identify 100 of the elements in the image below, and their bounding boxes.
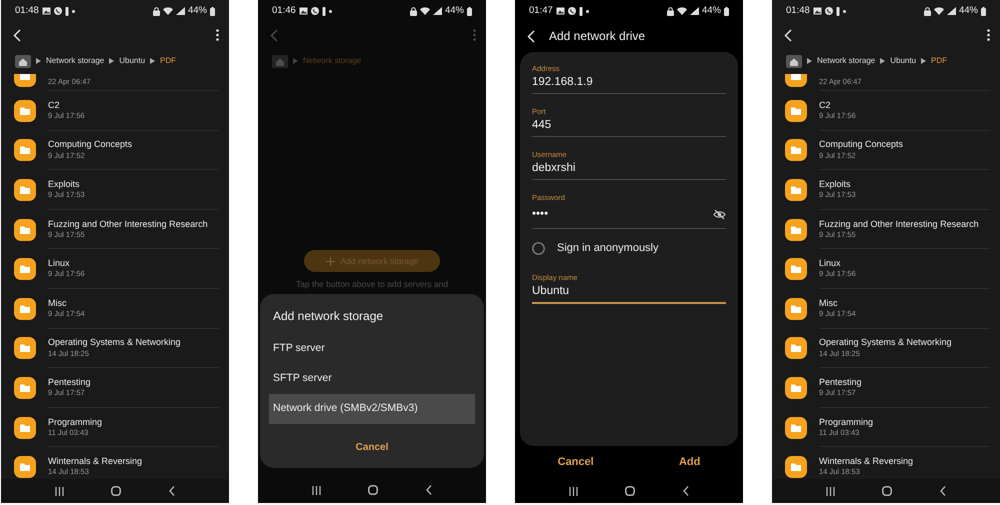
folder-icon	[785, 139, 807, 162]
lock-icon	[152, 6, 160, 16]
back-icon[interactable]	[426, 485, 432, 495]
separator-icon	[150, 58, 156, 64]
home-button-icon[interactable]	[625, 486, 636, 496]
cancel-button[interactable]: Cancel	[346, 433, 398, 461]
radio-button[interactable]	[532, 242, 545, 255]
battery-icon	[724, 6, 729, 16]
folder-icon	[785, 100, 807, 122]
recent-apps-icon[interactable]	[312, 486, 321, 494]
breadcrumb-item[interactable]: Network storage	[46, 55, 104, 67]
wifi-icon	[162, 7, 173, 15]
recent-apps-icon[interactable]	[54, 486, 64, 496]
folder-name[interactable]: Fuzzing and Other Interesting Research	[819, 218, 990, 230]
folder-icon	[785, 178, 807, 201]
image-icon	[298, 7, 308, 15]
back-icon[interactable]	[940, 486, 946, 496]
battery-level: 44%	[444, 4, 464, 18]
input-field[interactable]: debxrshi	[532, 159, 726, 180]
folder-icon	[785, 258, 807, 280]
home-button-icon[interactable]	[111, 486, 122, 496]
back-icon[interactable]	[13, 28, 21, 42]
folder-icon	[14, 218, 36, 241]
eye-slash-icon[interactable]	[713, 208, 726, 220]
status-time: 01:46	[272, 4, 296, 18]
folder-icon	[785, 337, 807, 360]
folder-name[interactable]: Linux	[819, 258, 990, 270]
folder-icon	[785, 218, 807, 241]
recent-apps-icon[interactable]	[826, 486, 835, 496]
home-button-icon[interactable]	[882, 486, 892, 496]
folder-icon	[14, 298, 36, 320]
input-field[interactable]: 445	[532, 116, 726, 137]
radio-label[interactable]: Sign in anonymously	[557, 240, 659, 256]
sheet-option[interactable]: FTP server	[269, 334, 475, 364]
folder-name[interactable]: C2	[819, 100, 990, 112]
phone-icon	[310, 7, 319, 15]
folder-icon	[14, 100, 36, 122]
input-field[interactable]: 192.168.1.9	[532, 73, 726, 94]
folder-icon	[785, 298, 807, 320]
home-icon[interactable]	[15, 54, 31, 68]
folder-icon	[785, 456, 807, 478]
separator-icon	[36, 58, 41, 64]
folder-name[interactable]: Operating Systems & Networking	[48, 337, 219, 349]
folder-name[interactable]: Pentesting	[819, 376, 990, 388]
folder-name[interactable]: Programming	[48, 416, 219, 428]
input-field[interactable]: Ubuntu	[532, 282, 726, 304]
folder-name[interactable]: Exploits	[48, 178, 219, 190]
more-icon[interactable]	[216, 29, 219, 41]
notification-icon	[836, 6, 840, 16]
folder-name[interactable]: Misc	[819, 298, 990, 310]
folder-name[interactable]: Pentesting	[48, 376, 219, 388]
notification-icon	[578, 6, 583, 16]
folder-name[interactable]: Winternals & Reversing	[48, 456, 219, 468]
separator-icon	[293, 58, 298, 64]
sheet-option[interactable]: SFTP server	[269, 364, 475, 394]
breadcrumb-item[interactable]: Ubuntu	[119, 55, 146, 67]
lock-icon	[410, 6, 417, 16]
home-button-icon[interactable]	[368, 485, 378, 495]
folder-name[interactable]: C2	[48, 100, 219, 112]
signal-icon	[690, 7, 699, 15]
separator-icon	[807, 58, 812, 64]
battery-level: 44%	[188, 4, 207, 18]
folder-name[interactable]: Misc	[48, 298, 219, 310]
folder-name[interactable]: Operating Systems & Networking	[819, 337, 990, 349]
battery-icon	[467, 6, 472, 16]
separator-icon	[921, 58, 926, 64]
folder-name[interactable]: Linux	[48, 258, 219, 270]
back-icon[interactable]	[169, 486, 176, 496]
battery-level: 44%	[702, 4, 721, 18]
recent-apps-icon[interactable]	[568, 486, 578, 496]
breadcrumb-item[interactable]: Network storage	[817, 55, 876, 67]
folder-name[interactable]: Computing Concepts	[48, 139, 219, 151]
dialog-button[interactable]: Cancel	[550, 452, 602, 473]
home-icon[interactable]	[786, 54, 802, 68]
status-time: 01:48	[15, 4, 39, 18]
folder-icon	[14, 258, 36, 280]
folder-name[interactable]: Fuzzing and Other Interesting Research	[48, 218, 219, 230]
breadcrumb-item[interactable]: PDF	[931, 55, 948, 67]
back-icon[interactable]	[527, 30, 535, 42]
back-icon[interactable]	[784, 28, 792, 42]
sheet-option[interactable]: Network drive (SMBv2/SMBv3)	[269, 394, 475, 424]
dialog-button[interactable]: Add	[670, 452, 708, 473]
plus-icon	[326, 256, 335, 266]
breadcrumb-item[interactable]: Ubuntu	[890, 55, 916, 67]
folder-icon	[14, 178, 36, 201]
more-icon[interactable]	[987, 29, 990, 41]
folder-name[interactable]: Exploits	[819, 178, 990, 190]
breadcrumb-item[interactable]: PDF	[160, 55, 176, 67]
screen-title: Add network drive	[549, 28, 646, 45]
phone-icon	[824, 7, 833, 15]
password-field[interactable]: ••••	[532, 202, 726, 229]
folder-name[interactable]: Programming	[819, 416, 990, 428]
folder-icon	[14, 416, 36, 439]
lock-icon	[924, 6, 931, 16]
folder-name[interactable]: Winternals & Reversing	[819, 456, 990, 468]
lock-icon	[666, 6, 674, 16]
dot-icon	[842, 10, 846, 12]
back-icon[interactable]	[683, 486, 690, 496]
hint-text: Tap the button above to add servers and	[296, 278, 448, 291]
folder-name[interactable]: Computing Concepts	[819, 139, 990, 151]
